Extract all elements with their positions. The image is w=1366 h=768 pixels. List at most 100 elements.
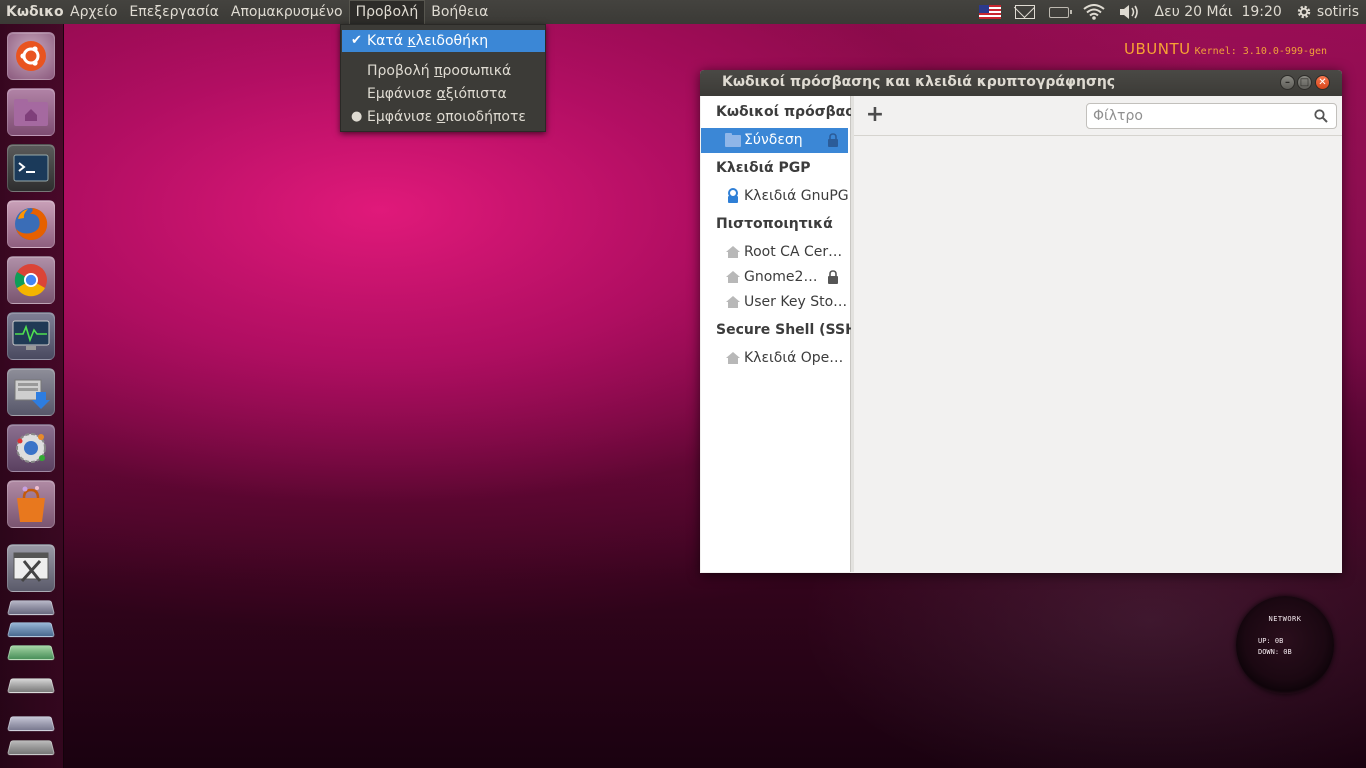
indicator-area: Δευ 20 Μάι 19:20 sotiris	[972, 0, 1366, 24]
gnupg-icon	[728, 188, 738, 203]
launcher	[0, 24, 64, 768]
launcher-software-center[interactable]	[7, 480, 55, 528]
launcher-mini-item-1[interactable]	[6, 600, 56, 616]
window-title: Κωδικοί πρόσβασης και κλειδιά κρυπτογράφ…	[722, 74, 1116, 90]
ubuntu-logo-icon	[8, 33, 54, 79]
launcher-home-folder[interactable]	[7, 88, 55, 136]
folder-icon	[725, 133, 741, 147]
launcher-mini-item-5[interactable]	[6, 716, 56, 732]
menu-view[interactable]: Προβολή	[348, 0, 426, 24]
add-button[interactable]: +	[863, 104, 887, 128]
app-name: Κωδικοί	[6, 4, 64, 20]
launcher-mini-item-3[interactable]	[6, 645, 56, 661]
network-widget: NETWORK UP: 0B DOWN: 0B	[1236, 596, 1334, 694]
sidebar-item-login-label: Σύνδεση	[744, 132, 803, 148]
certificates-heading: Πιστοποιητικά	[716, 216, 833, 232]
sidebar-item-openssh[interactable]: Κλειδιά Ope…	[701, 346, 848, 371]
software-center-icon	[8, 481, 54, 527]
wifi-icon[interactable]	[1076, 0, 1112, 24]
by-keyring-label-c: λειδοθήκη	[415, 33, 489, 49]
sidebar-item-root-ca-label: Root CA Cer…	[744, 244, 843, 260]
lock-icon[interactable]	[827, 270, 839, 284]
personal-label-b: π	[434, 63, 443, 79]
sidebar-item-user-key-storage[interactable]: User Key Sto…	[701, 290, 848, 315]
launcher-dash[interactable]	[7, 32, 55, 80]
maximize-button[interactable]: □	[1297, 75, 1312, 90]
sidebar-item-gnupg[interactable]: Κλειδιά GnuPG	[701, 184, 848, 209]
network-title: NETWORK	[1268, 615, 1302, 623]
trusted-label-c: ξιόπιστα	[445, 86, 507, 102]
passwords-window: Κωδικοί πρόσβασης και κλειδιά κρυπτογράφ…	[700, 70, 1342, 573]
radio-dot-icon: ●	[351, 109, 363, 124]
home-keyring-icon	[726, 271, 740, 283]
ssh-heading: Secure Shell (SSH)	[716, 322, 864, 338]
view-dropdown-menu: ✔ Κατά κλειδοθήκη Προβολή προσωπικά Εμφά…	[340, 24, 546, 132]
tools-icon	[8, 545, 54, 591]
chrome-icon	[8, 257, 54, 303]
lock-icon[interactable]	[827, 133, 839, 147]
gear-icon	[1297, 5, 1311, 19]
firefox-icon	[8, 201, 54, 247]
any-label-a: Εμφάνισε	[367, 109, 437, 125]
sidebar-item-gnome2-label: Gnome2…	[744, 269, 818, 285]
by-keyring-label-a: Κατά	[367, 33, 408, 49]
system-monitor-icon	[8, 313, 54, 359]
launcher-chrome[interactable]	[7, 256, 55, 304]
sidebar-item-login[interactable]: Σύνδεση	[701, 128, 848, 153]
user-name: sotiris	[1316, 4, 1359, 20]
trusted-label-b: α	[436, 86, 446, 102]
sidebar-item-user-key-label: User Key Sto…	[744, 294, 848, 310]
menu-item-show-trusted[interactable]: Εμφάνισε αξιόπιστα	[342, 83, 545, 105]
minimize-button[interactable]: –	[1280, 75, 1295, 90]
home-keyring-icon	[726, 296, 740, 308]
home-keyring-icon	[726, 352, 740, 364]
launcher-installer[interactable]	[7, 368, 55, 416]
window-titlebar[interactable]: Κωδικοί πρόσβασης και κλειδιά κρυπτογράφ…	[700, 70, 1342, 96]
passwords-heading: Κωδικοί πρόσβαση	[716, 104, 867, 120]
branding-name: UBUNTU	[1124, 40, 1191, 58]
launcher-settings[interactable]	[7, 424, 55, 472]
menu-help[interactable]: Βοήθεια	[425, 0, 494, 24]
by-keyring-label-b: κ	[407, 33, 416, 49]
launcher-system-monitor[interactable]	[7, 312, 55, 360]
trusted-label-a: Εμφάνισε	[367, 86, 437, 102]
menu-item-by-keyring[interactable]: ✔ Κατά κλειδοθήκη	[342, 30, 545, 52]
launcher-mini-item-2[interactable]	[6, 622, 56, 638]
branding-kernel: Kernel: 3.10.0-999-gen	[1194, 46, 1328, 57]
pgp-heading: Κλειδιά PGP	[716, 160, 811, 176]
terminal-icon	[8, 145, 54, 191]
menu-item-show-any[interactable]: ● Εμφάνισε οποιοδήποτε	[342, 106, 545, 128]
keyboard-flag-icon[interactable]	[972, 0, 1008, 24]
session-menu[interactable]: sotiris	[1289, 0, 1366, 24]
menu-remote[interactable]: Απομακρυσμένο	[225, 0, 349, 24]
home-folder-icon	[8, 89, 54, 135]
network-down: DOWN: 0B	[1258, 648, 1292, 656]
personal-label-a: Προβολή	[367, 63, 435, 79]
menu-file[interactable]: Αρχείο	[64, 0, 123, 24]
settings-icon	[8, 425, 54, 471]
filter-input[interactable]	[1086, 103, 1337, 129]
clock[interactable]: Δευ 20 Μάι 19:20	[1148, 0, 1289, 24]
launcher-tweak-tool[interactable]	[7, 544, 55, 592]
sidebar-item-root-ca[interactable]: Root CA Cer…	[701, 240, 848, 265]
launcher-mini-item-4[interactable]	[6, 678, 56, 694]
ubuntu-branding: UBUNTU Kernel: 3.10.0-999-gen	[1124, 40, 1327, 58]
installer-icon	[8, 369, 54, 415]
any-label-c: ποιοδήποτε	[445, 109, 526, 125]
launcher-mini-item-6[interactable]	[6, 740, 56, 756]
sidebar-item-gnome2[interactable]: Gnome2…	[701, 265, 848, 290]
network-up: UP: 0B	[1258, 637, 1284, 645]
close-button[interactable]: ✕	[1315, 75, 1330, 90]
sidebar-item-openssh-label: Κλειδιά Ope…	[744, 350, 844, 366]
volume-icon[interactable]	[1112, 0, 1148, 24]
mail-icon[interactable]	[1008, 0, 1042, 24]
menu-item-show-personal[interactable]: Προβολή προσωπικά	[342, 60, 545, 82]
window-toolbar: +	[854, 96, 1342, 136]
personal-label-c: ροσωπικά	[442, 63, 512, 79]
launcher-firefox[interactable]	[7, 200, 55, 248]
menu-edit[interactable]: Επεξεργασία	[123, 0, 224, 24]
battery-icon[interactable]	[1042, 0, 1076, 24]
launcher-terminal[interactable]	[7, 144, 55, 192]
items-list-area[interactable]	[854, 137, 1341, 572]
search-icon[interactable]	[1314, 109, 1328, 123]
